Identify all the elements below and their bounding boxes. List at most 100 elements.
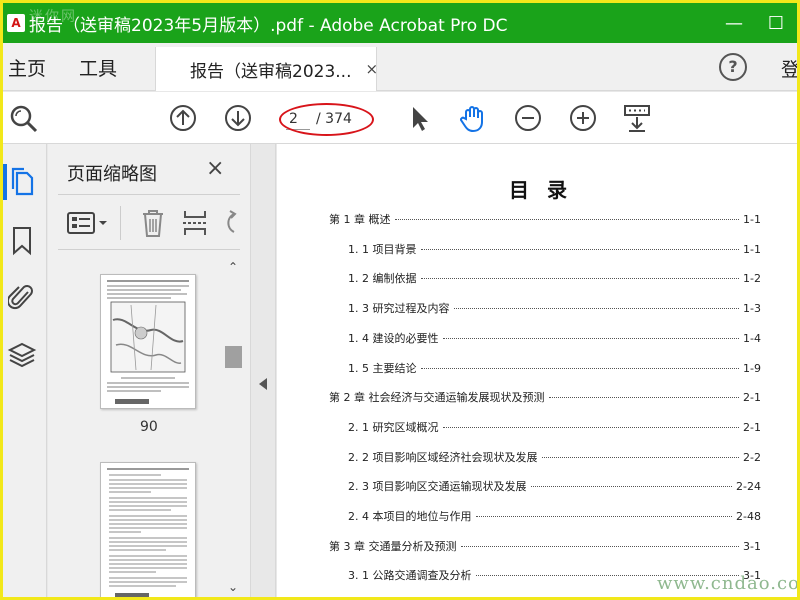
toc-entry[interactable]: 1. 1 项目背景 1-1 <box>348 241 761 257</box>
toc-entry-text: 1. 2 编制依据 <box>348 272 417 285</box>
options-menu-icon[interactable] <box>66 210 110 236</box>
tab-tools[interactable]: 工具 <box>79 54 117 81</box>
hand-tool-icon[interactable] <box>457 102 489 134</box>
toc-entry-text: 2. 2 项目影响区域经济社会现状及发展 <box>348 451 538 464</box>
thumbnail-preview <box>107 468 189 597</box>
toc-entry-text: 第 2 章 社会经济与交通运输发展现状及预测 <box>329 391 545 404</box>
navigation-rail <box>3 144 47 597</box>
toc-entry-text: 1. 5 主要结论 <box>348 362 417 375</box>
page-thumbnails-icon[interactable] <box>8 167 36 197</box>
toolbar: / 374 <box>3 92 797 144</box>
insert-page-icon[interactable] <box>181 208 209 238</box>
acrobat-icon: A <box>7 14 25 32</box>
toc-entry-page: 2-24 <box>736 480 761 493</box>
scrollbar-thumb[interactable] <box>225 346 242 368</box>
toc-entry[interactable]: 2. 3 项目影响区交通运输现状及发展 2-24 <box>348 478 761 494</box>
toc-entry-page: 2-2 <box>743 451 761 464</box>
attachment-icon[interactable] <box>8 282 36 312</box>
toc-entry[interactable]: 2. 2 项目影响区域经济社会现状及发展 2-2 <box>348 449 761 465</box>
toc-entry[interactable]: 1. 2 编制依据 1-2 <box>348 270 761 286</box>
highlight-ellipse <box>279 103 374 136</box>
toc-entry[interactable]: 第 2 章 社会经济与交通运输发展现状及预测 2-1 <box>329 389 761 405</box>
panel-collapse-strip[interactable] <box>252 144 276 597</box>
toc-entry[interactable]: 1. 3 研究过程及内容 1-3 <box>348 300 761 316</box>
zoom-out-icon[interactable] <box>512 102 544 134</box>
login-button[interactable]: 登 <box>781 55 797 82</box>
maximize-button[interactable]: ☐ <box>755 13 797 34</box>
bookmark-icon[interactable] <box>10 226 34 256</box>
document-view[interactable]: 目录 第 1 章 概述 1-1 1. 1 项目背景 1-1 1. 2 编制依据 1-2 1.… <box>277 144 797 597</box>
toc-entry-page: 1-1 <box>743 243 761 256</box>
toc-entry[interactable]: 1. 4 建设的必要性 1-4 <box>348 330 761 346</box>
toc-entry-page: 2-1 <box>743 421 761 434</box>
toc-entry-text: 1. 4 建设的必要性 <box>348 332 439 345</box>
toc-entry-page: 3-1 <box>743 540 761 553</box>
toc-entry-page: 1-3 <box>743 302 761 315</box>
active-indicator <box>3 164 7 200</box>
toc-leader-dots <box>541 457 740 458</box>
tab-document[interactable]: 报告（送审稿2023... × <box>155 47 378 91</box>
app-window: A 报告（送审稿2023年5月版本）.pdf - Adobe Acrobat P… <box>0 0 800 600</box>
page-thumbnail-91[interactable] <box>100 462 196 597</box>
page-thumbnail-90[interactable] <box>100 274 196 409</box>
watermark-bottom: www.cndao.com <box>657 573 800 594</box>
toc-entry[interactable]: 2. 4 本项目的地位与作用 2-48 <box>348 508 761 524</box>
toc-leader-dots <box>394 219 740 220</box>
watermark-top: 迷你网 <box>29 9 77 25</box>
toc-leader-dots <box>548 397 740 398</box>
toc-entry-text: 2. 4 本项目的地位与作用 <box>348 510 472 523</box>
toc-leader-dots <box>442 427 740 428</box>
delete-page-icon[interactable] <box>140 208 166 238</box>
search-icon[interactable] <box>7 102 39 134</box>
previous-page-icon[interactable] <box>167 102 199 134</box>
thumbnail-panel: 页面缩略图 × 90 ⌃ ⌄ <box>48 144 251 597</box>
toc-leader-dots <box>420 249 740 250</box>
tab-document-label: 报告（送审稿2023... <box>190 61 352 82</box>
tab-home[interactable]: 主页 <box>8 54 46 81</box>
toc-leader-dots <box>453 308 740 309</box>
toc-entry[interactable]: 1. 5 主要结论 1-9 <box>348 360 761 376</box>
thumbnail-scrollbar[interactable]: ⌃ ⌄ <box>224 258 242 597</box>
scroll-mode-icon[interactable] <box>621 102 653 134</box>
toc-entry-text: 1. 1 项目背景 <box>348 243 417 256</box>
toc-leader-dots <box>442 338 740 339</box>
toc-entry-page: 2-48 <box>736 510 761 523</box>
layers-icon[interactable] <box>7 340 37 370</box>
minimize-button[interactable]: — <box>713 13 755 34</box>
toc-entry-page: 2-1 <box>743 391 761 404</box>
title-bar: A 报告（送审稿2023年5月版本）.pdf - Adobe Acrobat P… <box>3 3 797 43</box>
toc-leader-dots <box>475 516 733 517</box>
toc-entry-text: 第 3 章 交通量分析及预测 <box>329 540 457 553</box>
toc-leader-dots <box>530 486 733 487</box>
thumbnail-page-label: 90 <box>140 419 158 435</box>
toc-entry[interactable]: 第 1 章 概述 1-1 <box>329 211 761 227</box>
toc-entry-page: 1-1 <box>743 213 761 226</box>
toc-entry-text: 第 1 章 概述 <box>329 213 391 226</box>
window-title: 报告（送审稿2023年5月版本）.pdf - Adobe Acrobat Pro… <box>29 15 508 36</box>
toc-leader-dots <box>420 368 740 369</box>
toc-entry-text: 3. 1 公路交通调查及分析 <box>348 569 472 582</box>
toc-entry-page: 1-2 <box>743 272 761 285</box>
thumbnail-preview <box>107 280 189 404</box>
help-icon[interactable]: ? <box>719 53 747 81</box>
toc-entry-page: 1-4 <box>743 332 761 345</box>
toc-leader-dots <box>460 546 740 547</box>
zoom-in-icon[interactable] <box>567 102 599 134</box>
close-panel-icon[interactable]: × <box>206 156 224 181</box>
toc-entry-page: 1-9 <box>743 362 761 375</box>
toc-entry-text: 1. 3 研究过程及内容 <box>348 302 450 315</box>
next-page-icon[interactable] <box>222 102 254 134</box>
toc-leader-dots <box>420 278 740 279</box>
rotate-page-icon[interactable] <box>220 208 240 238</box>
select-cursor-icon[interactable] <box>403 102 435 134</box>
toc-entry[interactable]: 第 3 章 交通量分析及预测 3-1 <box>329 538 761 554</box>
tab-bar: 主页 工具 报告（送审稿2023... × ? 登 <box>3 43 797 91</box>
scroll-up-icon[interactable]: ⌃ <box>228 260 238 274</box>
panel-title: 页面缩略图 <box>67 164 157 185</box>
toc-title: 目录 <box>509 178 585 202</box>
collapse-arrow-icon[interactable] <box>259 378 267 390</box>
toc-entry[interactable]: 2. 1 研究区域概况 2-1 <box>348 419 761 435</box>
window-controls: — ☐ <box>713 3 797 43</box>
scroll-down-icon[interactable]: ⌄ <box>228 580 238 594</box>
close-tab-icon[interactable]: × <box>365 60 378 78</box>
